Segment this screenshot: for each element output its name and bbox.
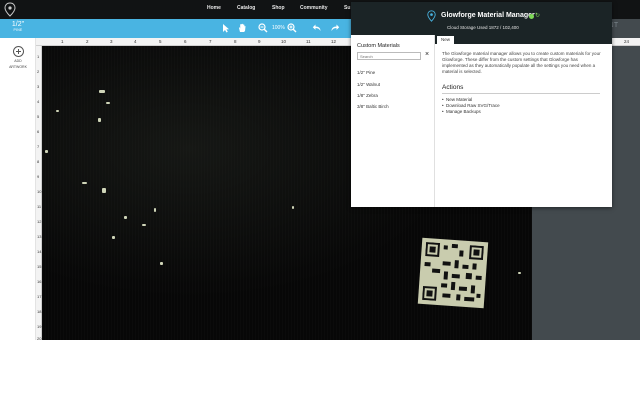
ruler-top-label: 8	[234, 39, 237, 44]
add-artwork-button[interactable]: ADD ARTWORK	[0, 46, 36, 69]
ruler-left-label: 8	[37, 159, 40, 164]
hand-icon[interactable]	[237, 23, 247, 33]
debris	[45, 150, 48, 153]
debris	[112, 236, 115, 239]
ruler-top-label: 24	[624, 39, 630, 44]
qr-code-icon	[422, 242, 484, 302]
ruler-left-label: 1	[37, 54, 40, 59]
material-name: PINE	[13, 28, 23, 32]
nav-support[interactable]: Su	[344, 5, 350, 11]
ruler-left-label: 5	[37, 114, 40, 119]
ruler-left-label: 14	[37, 249, 42, 254]
action-manage-backups[interactable]: Manage Backups	[442, 109, 481, 114]
debris	[82, 182, 87, 184]
ruler-top-label: 3	[110, 39, 113, 44]
debris	[160, 262, 163, 265]
actions-divider	[442, 93, 600, 94]
page-bottom	[0, 340, 640, 400]
ruler-top-label: 11	[306, 39, 311, 44]
ruler-top-label: 12	[331, 39, 337, 44]
glowforge-pin-icon	[427, 10, 436, 22]
ruler-left-label: 3	[37, 84, 40, 89]
ruler-top-label: 4	[134, 39, 137, 44]
ruler-left-label: 10	[37, 189, 42, 194]
nav-shop[interactable]: Shop	[272, 5, 285, 11]
zoom-in-icon[interactable]	[287, 23, 297, 33]
ruler-left-label: 15	[37, 264, 42, 269]
ruler-left-label: 17	[37, 294, 42, 299]
debris	[124, 216, 127, 219]
qr-code-sticker	[417, 237, 489, 309]
custom-materials-title: Custom Materials	[357, 43, 400, 49]
ruler-left-label: 9	[37, 174, 40, 179]
ruler-left-label: 2	[37, 69, 40, 74]
ruler-top-label: 10	[281, 39, 287, 44]
material-item[interactable]: 1/8" Zebra	[357, 93, 378, 98]
ruler-top-label: 5	[159, 39, 162, 44]
modal-tabs: New	[435, 35, 612, 44]
ruler-left-label: 11	[37, 204, 42, 209]
actions-heading: Actions	[442, 84, 464, 91]
custom-materials-panel: Custom Materials × 1/2" Pine 1/2" Walnut…	[351, 35, 435, 207]
pointer-icon[interactable]	[221, 23, 231, 33]
ruler-left-label: 7	[37, 144, 40, 149]
ruler-top-label: 9	[258, 39, 261, 44]
debris	[102, 188, 106, 193]
action-download-svg[interactable]: Download Raw SVG/Trace	[442, 103, 500, 108]
ruler-left-label: 4	[37, 99, 40, 104]
clear-search-icon[interactable]: ×	[425, 51, 429, 59]
debris	[98, 118, 101, 122]
ruler-left-label: 19	[37, 324, 42, 329]
ruler-top-label: 6	[184, 39, 187, 44]
manager-description: The Glowforge material manager allows yo…	[442, 51, 601, 74]
app: Home Catalog Shop Community Su 1/2" PINE…	[0, 0, 640, 400]
debris	[142, 224, 146, 226]
material-item[interactable]: 1/2" Walnut	[357, 82, 380, 87]
ruler-top-label: 7	[209, 39, 212, 44]
zoom-level: 100%	[272, 25, 285, 31]
action-new-material[interactable]: New Material	[442, 97, 472, 102]
modal-title: Glowforge Material Manager	[441, 12, 535, 19]
debris	[99, 90, 105, 93]
nav-home[interactable]: Home	[207, 5, 221, 11]
ruler-top-label: 1	[61, 39, 64, 44]
toolbar: 100%	[36, 19, 352, 38]
zoom-out-icon[interactable]	[258, 23, 268, 33]
redo-icon[interactable]	[330, 23, 340, 33]
ruler-left-label: 13	[37, 234, 42, 239]
material-manager-modal: Glowforge Material Manager ↻ Cloud Stora…	[351, 2, 612, 207]
material-search-input[interactable]	[357, 52, 421, 60]
modal-header: Glowforge Material Manager ↻ Cloud Stora…	[351, 2, 612, 35]
tab-new[interactable]: New	[437, 36, 455, 44]
status-indicator	[529, 14, 534, 19]
ruler-left-label: 18	[37, 309, 42, 314]
material-item[interactable]: 1/2" Pine	[357, 70, 375, 75]
material-selector[interactable]: 1/2" PINE	[0, 19, 36, 38]
refresh-icon[interactable]: ↻	[535, 12, 540, 19]
ruler-top-label: 2	[86, 39, 89, 44]
nav-catalog[interactable]: Catalog	[237, 5, 255, 11]
nav-community[interactable]: Community	[300, 5, 328, 11]
debris	[154, 208, 156, 212]
undo-icon[interactable]	[312, 23, 322, 33]
debris	[106, 102, 110, 104]
add-artwork-label-2: ARTWORK	[9, 65, 27, 69]
material-thickness: 1/2"	[11, 21, 25, 28]
ruler-left-label: 16	[37, 279, 42, 284]
glowforge-logo-icon[interactable]	[4, 2, 16, 17]
debris	[56, 110, 59, 112]
debris	[518, 272, 521, 274]
add-icon	[12, 46, 24, 57]
add-artwork-label-1: ADD	[14, 59, 22, 63]
ruler-left-label: 6	[37, 129, 40, 134]
cloud-storage-status: Cloud Storage Used 1872 / 102,400	[447, 25, 519, 30]
material-item[interactable]: 3/8" Baltic Birch	[357, 104, 389, 109]
ruler-left-label: 12	[37, 219, 42, 224]
debris	[292, 206, 294, 209]
